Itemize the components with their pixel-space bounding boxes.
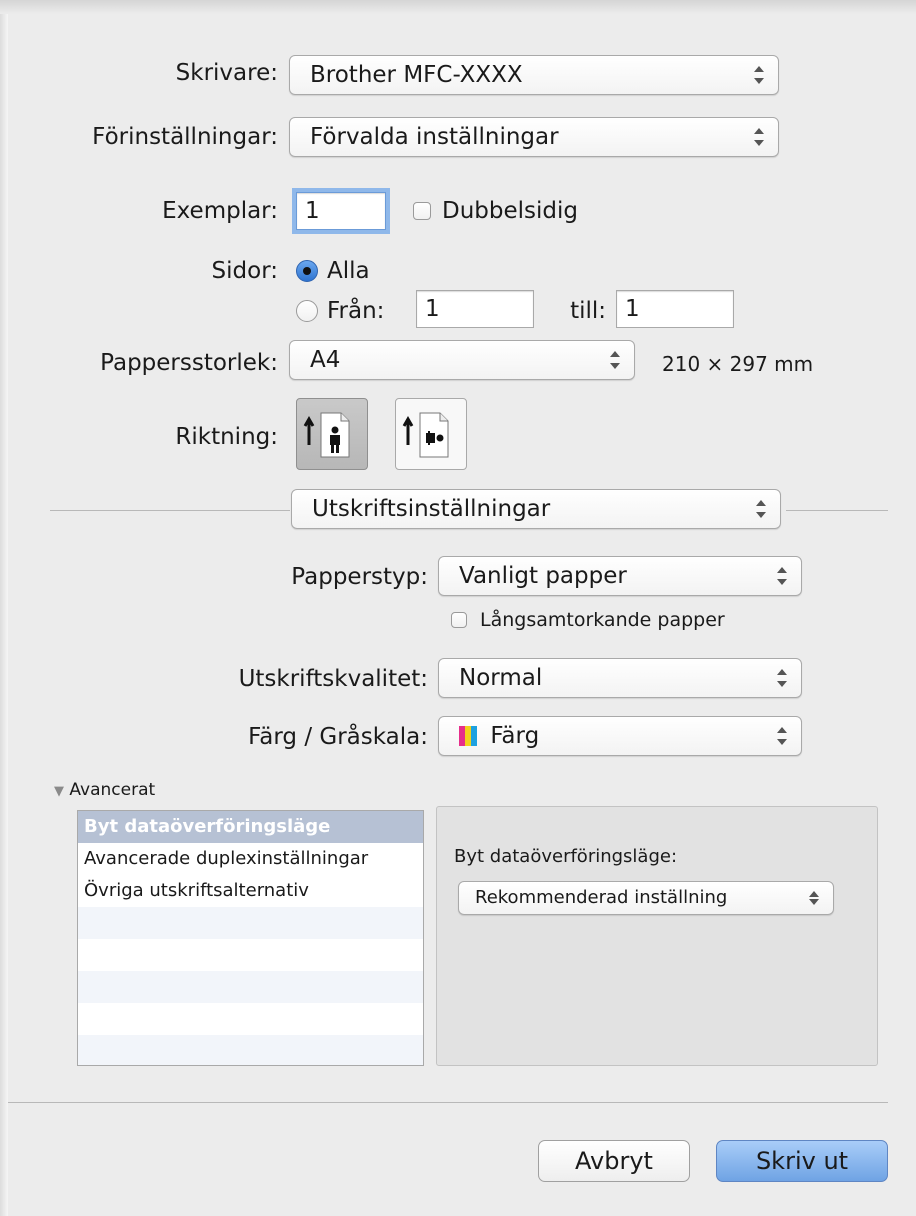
paper-size-value: A4 bbox=[310, 347, 341, 373]
popup-arrows-icon bbox=[610, 350, 620, 370]
slow-drying-checkbox[interactable] bbox=[451, 612, 467, 628]
pages-all-radio[interactable] bbox=[296, 260, 318, 282]
popup-arrows-icon bbox=[777, 566, 787, 586]
orientation-landscape-button[interactable] bbox=[395, 398, 467, 470]
paper-size-label: Pappersstorlek: bbox=[100, 350, 278, 376]
copies-field[interactable]: 1 bbox=[296, 192, 386, 230]
color-value: Färg bbox=[490, 723, 540, 749]
transfer-mode-popup[interactable]: Rekommenderad inställning bbox=[458, 881, 834, 915]
presets-popup[interactable]: Förvalda inställningar bbox=[289, 117, 779, 157]
list-item[interactable]: Avancerade duplexinställningar bbox=[78, 843, 423, 875]
list-empty-row bbox=[78, 1003, 423, 1035]
pages-label: Sidor: bbox=[211, 258, 278, 284]
copies-label: Exemplar: bbox=[162, 198, 278, 224]
cancel-button[interactable]: Avbryt bbox=[538, 1140, 690, 1182]
window-edge bbox=[0, 0, 8, 1216]
printer-popup[interactable]: Brother MFC-XXXX bbox=[289, 55, 779, 95]
orientation-label: Riktning: bbox=[175, 424, 278, 450]
landscape-icon bbox=[402, 412, 449, 458]
printer-value: Brother MFC-XXXX bbox=[310, 62, 523, 88]
popup-arrows-icon bbox=[777, 668, 787, 688]
pages-to-field[interactable]: 1 bbox=[616, 290, 734, 328]
print-button[interactable]: Skriv ut bbox=[716, 1140, 888, 1182]
duplex-label: Dubbelsidig bbox=[442, 198, 578, 224]
list-empty-row bbox=[78, 1035, 423, 1065]
advanced-label: Avancerat bbox=[69, 780, 156, 800]
list-empty-row bbox=[78, 907, 423, 939]
popup-arrows-icon bbox=[809, 890, 819, 906]
quality-popup[interactable]: Normal bbox=[438, 658, 802, 698]
color-popup[interactable]: Färg bbox=[438, 716, 802, 756]
paper-dimensions: 210 × 297 mm bbox=[662, 352, 814, 376]
popup-arrows-icon bbox=[754, 127, 764, 147]
presets-value: Förvalda inställningar bbox=[310, 124, 559, 150]
separator-right bbox=[786, 510, 888, 511]
orientation-portrait-button[interactable] bbox=[296, 398, 368, 470]
pages-from-label: Från: bbox=[327, 298, 385, 324]
presets-label: Förinställningar: bbox=[92, 124, 278, 150]
pages-all-label: Alla bbox=[327, 258, 370, 284]
popup-arrows-icon bbox=[756, 499, 766, 519]
advanced-list[interactable]: Byt dataöverföringsläge Avancerade duple… bbox=[77, 810, 424, 1066]
popup-arrows-icon bbox=[777, 726, 787, 746]
quality-value: Normal bbox=[459, 665, 543, 691]
list-empty-row bbox=[78, 939, 423, 971]
advanced-detail-panel bbox=[436, 806, 878, 1066]
color-label: Färg / Gråskala: bbox=[248, 724, 428, 750]
list-item[interactable]: Övriga utskriftsalternativ bbox=[78, 875, 423, 907]
media-type-label: Papperstyp: bbox=[291, 564, 428, 590]
disclosure-triangle-icon: ▼ bbox=[54, 784, 64, 799]
transfer-mode-label: Byt dataöverföringsläge: bbox=[454, 846, 678, 867]
printer-label: Skrivare: bbox=[175, 60, 278, 86]
footer-separator bbox=[8, 1102, 888, 1103]
paper-size-popup[interactable]: A4 bbox=[289, 340, 635, 380]
slow-drying-label: Långsamtorkande papper bbox=[480, 609, 725, 631]
pages-from-field[interactable]: 1 bbox=[416, 290, 534, 328]
section-popup[interactable]: Utskriftsinställningar bbox=[291, 489, 781, 529]
list-empty-row bbox=[78, 971, 423, 1003]
transfer-mode-value: Rekommenderad inställning bbox=[475, 887, 728, 908]
quality-label: Utskriftskvalitet: bbox=[238, 666, 428, 692]
portrait-icon bbox=[303, 412, 350, 458]
advanced-disclosure[interactable]: ▼ Avancerat bbox=[54, 780, 155, 800]
separator-left bbox=[50, 510, 290, 511]
list-item[interactable]: Byt dataöverföringsläge bbox=[78, 811, 423, 843]
media-type-value: Vanligt papper bbox=[459, 563, 627, 589]
pages-range-radio[interactable] bbox=[296, 300, 318, 322]
popup-arrows-icon bbox=[754, 65, 764, 85]
pages-to-label: till: bbox=[570, 298, 606, 324]
dialog-top-edge bbox=[0, 0, 916, 14]
duplex-checkbox[interactable] bbox=[413, 202, 431, 220]
media-type-popup[interactable]: Vanligt papper bbox=[438, 556, 802, 596]
color-bars-icon bbox=[459, 720, 477, 755]
section-value: Utskriftsinställningar bbox=[312, 496, 551, 522]
